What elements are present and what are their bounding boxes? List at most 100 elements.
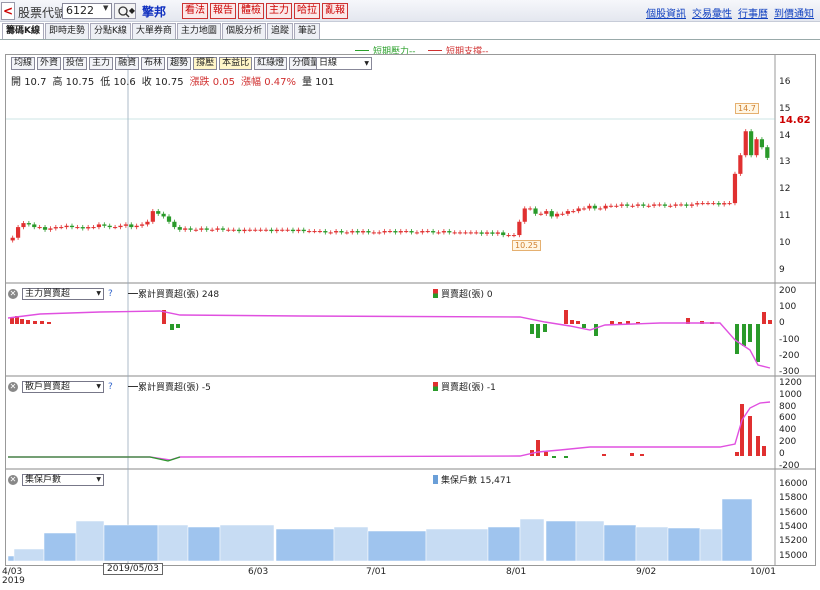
chart-canvas[interactable] (0, 0, 820, 590)
candle-body (436, 232, 441, 234)
indicator-button-6[interactable]: 趨勢 (167, 57, 192, 70)
help-icon[interactable]: ? (108, 382, 113, 392)
panel1-bar-16 (582, 324, 586, 328)
panel1-bar-19 (618, 322, 622, 324)
candle-body (409, 231, 414, 233)
close-readout: 收 10.75 (141, 77, 184, 88)
candle-body (765, 147, 770, 158)
holder-bar-17 (635, 526, 669, 562)
panel2-bar-7 (640, 454, 644, 456)
panel1-header: ✕ 主力買賣超 ▼ ? (8, 288, 113, 300)
candle-body (759, 139, 765, 148)
indicator-button-7[interactable]: 撐壓 (193, 57, 218, 70)
candle-body (641, 204, 646, 206)
panel2-header: ✕ 散戶買賣超 ▼ ? (8, 381, 113, 393)
candle-body (37, 227, 42, 229)
indicator-button-5[interactable]: 布林 (141, 57, 166, 70)
indicator-button-9[interactable]: 紅綠燈 (254, 57, 288, 70)
candle-body (220, 228, 226, 230)
holder-bar-12 (487, 526, 521, 562)
candle-body (96, 224, 102, 228)
indicator-button-2[interactable]: 投信 (63, 57, 88, 70)
candle-body (727, 203, 732, 205)
panel3-tick-0: 16000 (779, 479, 808, 489)
candle-body (377, 232, 382, 234)
volume-readout: 量 101 (301, 77, 335, 88)
indicator-button-3[interactable]: 主力 (89, 57, 114, 70)
holder-bar-1 (13, 548, 45, 562)
candle-body (506, 235, 511, 237)
candle-body (42, 227, 48, 230)
panel1-tick-1: 100 (779, 302, 797, 313)
candle-body (129, 224, 134, 228)
candle-body (668, 205, 673, 207)
panel1-bar-2 (20, 319, 24, 324)
candle-body (554, 213, 560, 217)
candle-body (366, 231, 371, 233)
candle-body (344, 232, 349, 234)
candle-body (382, 231, 387, 233)
candle-body (705, 203, 711, 205)
candle-body (479, 232, 484, 234)
candle-body (749, 131, 754, 156)
candle-body (657, 204, 662, 206)
candle-body (161, 213, 166, 217)
candle-body (172, 221, 177, 228)
panel1-bar-30 (768, 320, 772, 324)
panel1-line (7, 310, 771, 369)
panel1-tick-5: -300 (779, 367, 800, 377)
candle-body (490, 232, 495, 234)
candle-body (646, 205, 651, 207)
panel2-select[interactable]: 散戶買賣超 ▼ (22, 381, 104, 393)
period-select[interactable]: 日線 ▼ (316, 57, 372, 70)
panel1-tick-2: 0 (779, 318, 785, 329)
candle-body (274, 229, 279, 232)
panel2-line (8, 401, 771, 461)
close-icon[interactable]: ✕ (8, 289, 18, 299)
panel1-bar-11 (536, 324, 540, 338)
panel1-bar-26 (742, 324, 746, 346)
indicator-button-1[interactable]: 外資 (37, 57, 62, 70)
candle-body (474, 232, 479, 234)
candle-body (323, 231, 328, 233)
candle-body (528, 208, 533, 210)
x-tick-3: 8/01 (506, 567, 527, 577)
candle-body (738, 155, 743, 174)
candle-body (360, 231, 366, 233)
candle-body (328, 232, 333, 234)
candle-body (404, 231, 409, 233)
candle-body (53, 227, 58, 229)
panel1-bar-18 (610, 321, 614, 324)
close-icon[interactable]: ✕ (8, 475, 18, 485)
indicator-button-8[interactable]: 本益比 (219, 57, 253, 70)
x-tick-2: 7/01 (366, 567, 387, 577)
indicator-button-4[interactable]: 融資 (115, 57, 140, 70)
panel3-bar-legend: 集保戶數 15,471 (433, 473, 511, 486)
panel2-bar-1 (536, 440, 540, 456)
holder-bar-11 (425, 528, 489, 562)
candle-body (64, 225, 69, 228)
candle-body (495, 232, 500, 234)
candle-body (307, 231, 312, 233)
panel2-bar-12 (762, 446, 766, 456)
candle-body (113, 227, 118, 229)
indicator-button-0[interactable]: 均線 (11, 57, 36, 70)
candle-body (280, 229, 285, 231)
change-readout: 漲跌 0.05 (189, 77, 236, 88)
panel1-bar-17 (594, 324, 598, 336)
high-mark: 14.7 (735, 103, 759, 114)
help-icon[interactable]: ? (108, 289, 113, 299)
candle-body (312, 231, 317, 233)
panel3-tick-5: 15000 (779, 550, 808, 561)
panel1-bar-29 (762, 312, 766, 324)
panel2-bar-10 (748, 416, 752, 456)
x-tick-1: 6/03 (248, 567, 269, 577)
panel1-tick-4: -200 (779, 350, 800, 361)
panel1-bar-15 (576, 321, 580, 324)
panel3-header: ✕ 集保戶數 ▼ (8, 474, 104, 486)
close-icon[interactable]: ✕ (8, 382, 18, 392)
panel3-select[interactable]: 集保戶數 ▼ (22, 474, 104, 486)
panel1-select[interactable]: 主力買賣超 ▼ (22, 288, 104, 300)
price-tick-5: 11 (779, 211, 791, 221)
panel2-tick-5: 200 (779, 437, 797, 447)
